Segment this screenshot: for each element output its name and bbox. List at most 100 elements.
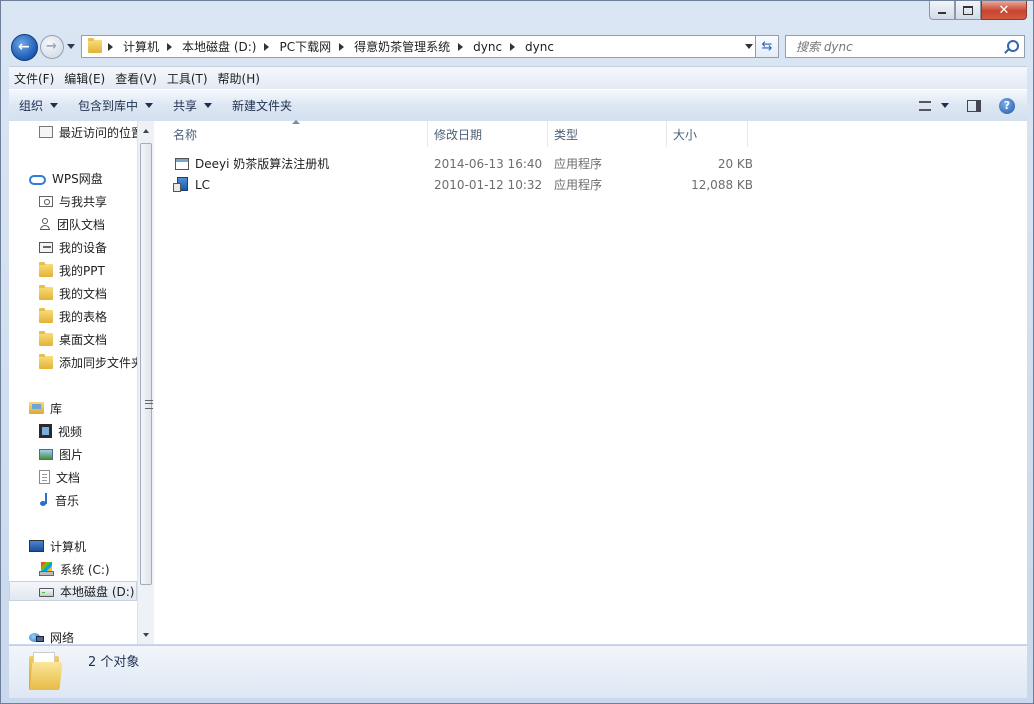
tree-label: 我的设备 xyxy=(59,240,108,255)
tree-desktop-docs[interactable]: 桌面文档 xyxy=(39,329,107,349)
minimize-button[interactable] xyxy=(929,1,955,20)
maximize-button[interactable] xyxy=(955,1,981,20)
file-row[interactable]: Deeyi 奶茶版算法注册机 2014-06-13 16:40 应用程序 20 … xyxy=(154,153,1027,174)
chevron-down-icon xyxy=(941,103,949,108)
folder-icon xyxy=(39,284,53,300)
tree-drive-d[interactable]: 本地磁盘 (D:) xyxy=(9,581,137,601)
chevron-right-icon[interactable] xyxy=(264,42,270,51)
breadcrumb-app[interactable]: 得意奶茶管理系统 xyxy=(348,38,454,55)
tree-team-docs[interactable]: 团队文档 xyxy=(39,214,105,234)
back-button[interactable]: ← xyxy=(11,34,38,61)
search-icon[interactable] xyxy=(1007,40,1019,52)
tree-libraries[interactable]: 库 xyxy=(29,398,62,418)
chevron-down-icon xyxy=(50,103,59,108)
tree-wps-cloud[interactable]: WPS网盘 xyxy=(29,168,103,188)
tree-label: 我的PPT xyxy=(59,263,105,278)
file-row[interactable]: LC 2010-01-12 10:32 应用程序 12,088 KB xyxy=(154,174,1027,195)
close-button[interactable]: ✕ xyxy=(981,1,1027,20)
chevron-down-icon xyxy=(145,103,154,108)
minimize-icon xyxy=(938,12,946,14)
refresh-button[interactable]: ⇆ xyxy=(755,35,779,58)
column-header-modified[interactable]: 修改日期 xyxy=(428,121,548,147)
column-label: 名称 xyxy=(173,127,198,142)
help-button[interactable]: ? xyxy=(993,90,1027,121)
scroll-thumb[interactable] xyxy=(140,143,153,585)
menu-help[interactable]: 帮助(H) xyxy=(213,70,265,87)
command-bar: 组织 包含到库中 共享 新建文件夹 ? xyxy=(9,89,1027,122)
caption-buttons: ✕ xyxy=(929,1,1027,20)
include-in-library-button[interactable]: 包含到库中 xyxy=(68,90,163,121)
file-modified: 2010-01-12 10:32 xyxy=(434,177,543,192)
address-bar[interactable]: 计算机 本地磁盘 (D:) PC下载网 得意奶茶管理系统 dync dync xyxy=(81,35,758,58)
scroll-down-icon[interactable] xyxy=(143,633,149,637)
scroll-up-icon[interactable] xyxy=(143,129,149,133)
breadcrumb-computer[interactable]: 计算机 xyxy=(117,38,163,55)
preview-pane-button[interactable] xyxy=(955,90,993,121)
tree-label: 音乐 xyxy=(55,493,80,508)
folder-icon xyxy=(39,353,53,369)
recent-places-icon xyxy=(39,126,53,138)
status-bar: 2 个对象 xyxy=(9,645,1027,698)
new-folder-label: 新建文件夹 xyxy=(232,99,293,113)
tree-music[interactable]: 音乐 xyxy=(39,490,79,510)
chevron-right-icon[interactable] xyxy=(339,42,345,51)
exe-icon xyxy=(175,157,189,170)
recent-pages-dropdown[interactable] xyxy=(67,44,75,49)
menu-file[interactable]: 文件(F) xyxy=(9,70,59,87)
column-header-size[interactable]: 大小 xyxy=(667,121,748,147)
cloud-icon xyxy=(29,175,46,185)
column-header-type[interactable]: 类型 xyxy=(548,121,667,147)
tree-computer[interactable]: 计算机 xyxy=(29,536,86,556)
search-box[interactable] xyxy=(785,35,1025,58)
breadcrumb-drive-d[interactable]: 本地磁盘 (D:) xyxy=(176,38,260,55)
drive-icon xyxy=(39,588,54,597)
chevron-right-icon[interactable] xyxy=(108,42,113,51)
tree-recent-places[interactable]: 最近访问的位置 xyxy=(39,122,137,142)
chevron-right-icon[interactable] xyxy=(510,42,516,51)
change-view-button[interactable] xyxy=(913,90,955,121)
tree-network[interactable]: 网络 xyxy=(29,627,74,644)
organize-button[interactable]: 组织 xyxy=(9,90,68,121)
explorer-window: ✕ ← → 计算机 本地磁盘 (D:) PC下载网 得意奶茶管理系统 dync … xyxy=(0,0,1034,704)
system-drive-icon xyxy=(39,562,54,576)
chevron-right-icon[interactable] xyxy=(458,42,464,51)
menu-view[interactable]: 查看(V) xyxy=(110,70,162,87)
chevron-right-icon[interactable] xyxy=(167,42,173,51)
tree-label: WPS网盘 xyxy=(52,171,103,186)
tree-documents[interactable]: 文档 xyxy=(39,467,80,487)
tree-add-sync-folder[interactable]: 添加同步文件夹 xyxy=(39,352,137,372)
navigation-scrollbar[interactable] xyxy=(137,121,154,644)
tree-shared-with-me[interactable]: 与我共享 xyxy=(39,191,107,211)
new-folder-button[interactable]: 新建文件夹 xyxy=(222,90,302,121)
breadcrumb-dync[interactable]: dync xyxy=(467,40,506,54)
tree-my-documents[interactable]: 我的文档 xyxy=(39,283,107,303)
network-icon xyxy=(29,631,44,643)
organize-label: 组织 xyxy=(19,99,44,113)
file-type: 应用程序 xyxy=(554,178,603,192)
tree-my-ppt[interactable]: 我的PPT xyxy=(39,260,105,280)
file-modified: 2014-06-13 16:40 xyxy=(434,156,543,171)
view-controls: ? xyxy=(913,90,1027,121)
file-list: 名称 修改日期 类型 大小 Deeyi 奶茶版算法注册机 2014-06-13 … xyxy=(154,120,1027,644)
tree-pictures[interactable]: 图片 xyxy=(39,444,83,464)
menu-tools[interactable]: 工具(T) xyxy=(162,70,213,87)
breadcrumb-dync-current[interactable]: dync xyxy=(519,40,558,54)
menu-edit[interactable]: 编辑(E) xyxy=(59,70,110,87)
tree-drive-c[interactable]: 系统 (C:) xyxy=(39,559,110,579)
include-library-label: 包含到库中 xyxy=(78,99,139,113)
column-header-name[interactable]: 名称 xyxy=(154,120,428,147)
tree-label: 图片 xyxy=(59,447,84,462)
share-button[interactable]: 共享 xyxy=(163,90,222,121)
search-input[interactable] xyxy=(794,38,998,55)
tree-my-devices[interactable]: 我的设备 xyxy=(39,237,107,257)
tree-my-sheets[interactable]: 我的表格 xyxy=(39,306,107,326)
tree-label: 添加同步文件夹 xyxy=(59,355,137,370)
picture-icon xyxy=(39,448,53,460)
tree-label: 桌面文档 xyxy=(59,332,108,347)
address-dropdown-icon[interactable] xyxy=(745,44,753,49)
folder-large-icon xyxy=(29,652,65,690)
breadcrumb-pcdownload[interactable]: PC下载网 xyxy=(273,38,335,55)
forward-button[interactable]: → xyxy=(40,35,64,59)
tree-label: 网络 xyxy=(50,630,75,645)
tree-videos[interactable]: 视频 xyxy=(39,421,82,441)
